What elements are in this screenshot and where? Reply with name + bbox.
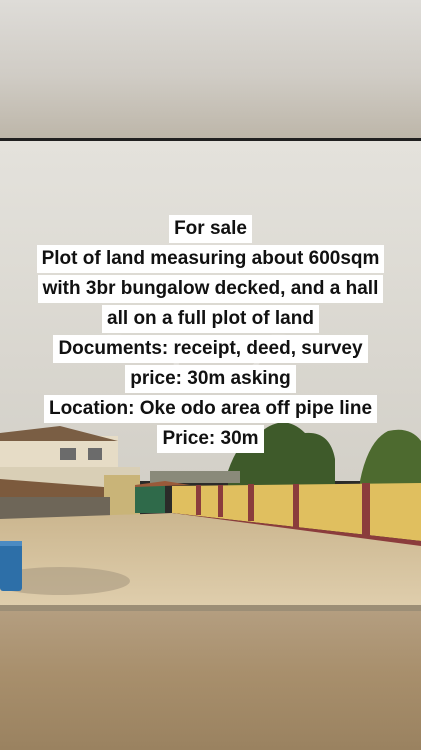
caption-line-documents: Documents: receipt, deed, survey (53, 335, 368, 363)
caption-line-bungalow: with 3br bungalow decked, and a hall (37, 275, 384, 303)
story-top-background (0, 0, 421, 138)
caption-line-for-sale: For sale (169, 215, 252, 243)
listing-caption: For sale Plot of land measuring about 60… (0, 213, 421, 453)
caption-line-asking-price: price: 30m asking (125, 365, 296, 393)
caption-line-full-plot: all on a full plot of land (102, 305, 319, 333)
caption-line-price: Price: 30m (157, 425, 264, 453)
green-gate (135, 485, 165, 513)
story-bottom-background (0, 611, 421, 750)
caption-line-plot-size: Plot of land measuring about 600sqm (36, 245, 385, 273)
blue-water-drum (0, 541, 22, 591)
caption-line-location: Location: Oke odo area off pipe line (43, 395, 378, 423)
